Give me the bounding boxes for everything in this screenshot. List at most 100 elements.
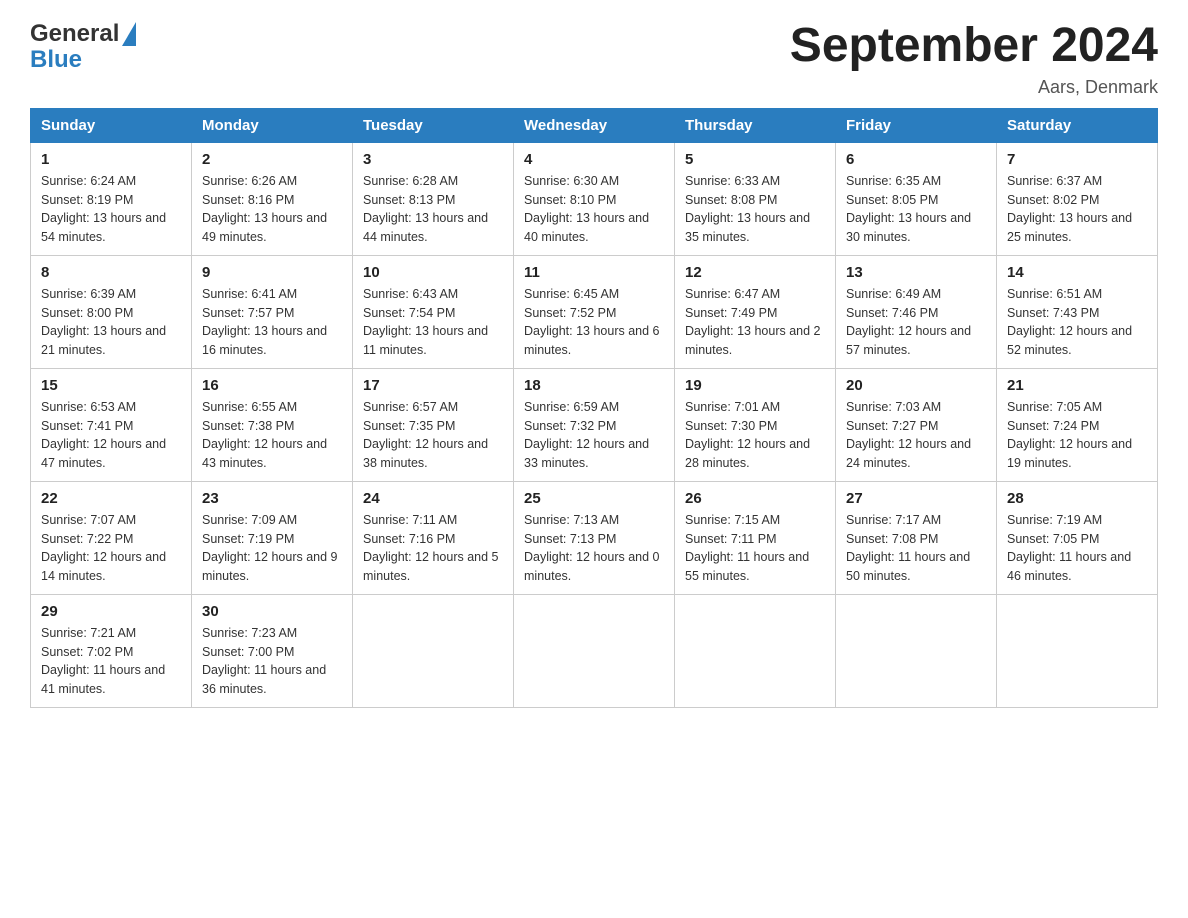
calendar-cell: 2 Sunrise: 6:26 AMSunset: 8:16 PMDaylight…	[192, 142, 353, 255]
header-thursday: Thursday	[675, 108, 836, 142]
day-info: Sunrise: 6:39 AMSunset: 8:00 PMDaylight:…	[41, 285, 181, 360]
header-wednesday: Wednesday	[514, 108, 675, 142]
day-number: 16	[202, 377, 342, 394]
day-info: Sunrise: 6:35 AMSunset: 8:05 PMDaylight:…	[846, 172, 986, 247]
day-number: 3	[363, 151, 503, 168]
day-info: Sunrise: 7:11 AMSunset: 7:16 PMDaylight:…	[363, 511, 503, 586]
day-info: Sunrise: 6:47 AMSunset: 7:49 PMDaylight:…	[685, 285, 825, 360]
day-info: Sunrise: 6:57 AMSunset: 7:35 PMDaylight:…	[363, 398, 503, 473]
day-number: 27	[846, 490, 986, 507]
calendar-cell: 15Sunrise: 6:53 AMSunset: 7:41 PMDayligh…	[31, 368, 192, 481]
calendar-cell: 16 Sunrise: 6:55 AMSunset: 7:38 PMDayligh…	[192, 368, 353, 481]
day-info: Sunrise: 7:19 AMSunset: 7:05 PMDaylight:…	[1007, 511, 1147, 586]
calendar-cell: 10 Sunrise: 6:43 AMSunset: 7:54 PMDayligh…	[353, 255, 514, 368]
calendar-week-2: 8 Sunrise: 6:39 AMSunset: 8:00 PMDaylight…	[31, 255, 1158, 368]
calendar-table: SundayMondayTuesdayWednesdayThursdayFrid…	[30, 108, 1158, 708]
day-number: 30	[202, 603, 342, 620]
day-info: Sunrise: 7:09 AMSunset: 7:19 PMDaylight:…	[202, 511, 342, 586]
day-info: Sunrise: 6:28 AMSunset: 8:13 PMDaylight:…	[363, 172, 503, 247]
calendar-cell	[836, 594, 997, 707]
calendar-cell: 29Sunrise: 7:21 AMSunset: 7:02 PMDayligh…	[31, 594, 192, 707]
day-number: 10	[363, 264, 503, 281]
day-info: Sunrise: 7:21 AMSunset: 7:02 PMDaylight:…	[41, 624, 181, 699]
calendar-cell: 3 Sunrise: 6:28 AMSunset: 8:13 PMDaylight…	[353, 142, 514, 255]
day-info: Sunrise: 6:45 AMSunset: 7:52 PMDaylight:…	[524, 285, 664, 360]
calendar-cell: 27 Sunrise: 7:17 AMSunset: 7:08 PMDayligh…	[836, 481, 997, 594]
day-info: Sunrise: 7:23 AMSunset: 7:00 PMDaylight:…	[202, 624, 342, 699]
calendar-cell: 25 Sunrise: 7:13 AMSunset: 7:13 PMDayligh…	[514, 481, 675, 594]
day-info: Sunrise: 7:05 AMSunset: 7:24 PMDaylight:…	[1007, 398, 1147, 473]
day-number: 1	[41, 151, 181, 168]
calendar-cell: 17Sunrise: 6:57 AMSunset: 7:35 PMDayligh…	[353, 368, 514, 481]
day-info: Sunrise: 6:41 AMSunset: 7:57 PMDaylight:…	[202, 285, 342, 360]
calendar-cell: 26 Sunrise: 7:15 AMSunset: 7:11 PMDayligh…	[675, 481, 836, 594]
calendar-cell: 22Sunrise: 7:07 AMSunset: 7:22 PMDayligh…	[31, 481, 192, 594]
day-number: 6	[846, 151, 986, 168]
header-monday: Monday	[192, 108, 353, 142]
day-number: 28	[1007, 490, 1147, 507]
day-number: 21	[1007, 377, 1147, 394]
day-info: Sunrise: 6:33 AMSunset: 8:08 PMDaylight:…	[685, 172, 825, 247]
calendar-cell: 28 Sunrise: 7:19 AMSunset: 7:05 PMDayligh…	[997, 481, 1158, 594]
logo-general-text: General	[30, 20, 119, 48]
day-number: 18	[524, 377, 664, 394]
day-number: 14	[1007, 264, 1147, 281]
calendar-cell	[353, 594, 514, 707]
day-info: Sunrise: 7:01 AMSunset: 7:30 PMDaylight:…	[685, 398, 825, 473]
title-area: September 2024 Aars, Denmark	[790, 20, 1158, 98]
day-info: Sunrise: 6:24 AMSunset: 8:19 PMDaylight:…	[41, 172, 181, 247]
day-number: 24	[363, 490, 503, 507]
calendar-cell: 30 Sunrise: 7:23 AMSunset: 7:00 PMDayligh…	[192, 594, 353, 707]
day-number: 13	[846, 264, 986, 281]
day-number: 7	[1007, 151, 1147, 168]
day-number: 26	[685, 490, 825, 507]
logo: General Blue	[30, 20, 136, 74]
calendar-cell: 21 Sunrise: 7:05 AMSunset: 7:24 PMDayligh…	[997, 368, 1158, 481]
calendar-cell: 11Sunrise: 6:45 AMSunset: 7:52 PMDayligh…	[514, 255, 675, 368]
day-number: 23	[202, 490, 342, 507]
calendar-week-5: 29Sunrise: 7:21 AMSunset: 7:02 PMDayligh…	[31, 594, 1158, 707]
calendar-cell: 4 Sunrise: 6:30 AMSunset: 8:10 PMDaylight…	[514, 142, 675, 255]
day-info: Sunrise: 6:30 AMSunset: 8:10 PMDaylight:…	[524, 172, 664, 247]
calendar-cell: 7Sunrise: 6:37 AMSunset: 8:02 PMDaylight…	[997, 142, 1158, 255]
day-number: 2	[202, 151, 342, 168]
calendar-cell: 20Sunrise: 7:03 AMSunset: 7:27 PMDayligh…	[836, 368, 997, 481]
day-number: 5	[685, 151, 825, 168]
calendar-cell: 18 Sunrise: 6:59 AMSunset: 7:32 PMDayligh…	[514, 368, 675, 481]
day-info: Sunrise: 6:49 AMSunset: 7:46 PMDaylight:…	[846, 285, 986, 360]
day-number: 15	[41, 377, 181, 394]
calendar-cell: 24 Sunrise: 7:11 AMSunset: 7:16 PMDayligh…	[353, 481, 514, 594]
day-number: 25	[524, 490, 664, 507]
calendar-cell: 6 Sunrise: 6:35 AMSunset: 8:05 PMDaylight…	[836, 142, 997, 255]
header-tuesday: Tuesday	[353, 108, 514, 142]
day-number: 4	[524, 151, 664, 168]
day-info: Sunrise: 7:03 AMSunset: 7:27 PMDaylight:…	[846, 398, 986, 473]
calendar-cell: 19 Sunrise: 7:01 AMSunset: 7:30 PMDayligh…	[675, 368, 836, 481]
calendar-cell: 8 Sunrise: 6:39 AMSunset: 8:00 PMDaylight…	[31, 255, 192, 368]
day-info: Sunrise: 7:15 AMSunset: 7:11 PMDaylight:…	[685, 511, 825, 586]
day-info: Sunrise: 7:17 AMSunset: 7:08 PMDaylight:…	[846, 511, 986, 586]
calendar-cell	[514, 594, 675, 707]
header: General Blue September 2024 Aars, Denmar…	[30, 20, 1158, 98]
calendar-cell: 13 Sunrise: 6:49 AMSunset: 7:46 PMDayligh…	[836, 255, 997, 368]
day-info: Sunrise: 6:55 AMSunset: 7:38 PMDaylight:…	[202, 398, 342, 473]
calendar-week-3: 15Sunrise: 6:53 AMSunset: 7:41 PMDayligh…	[31, 368, 1158, 481]
day-info: Sunrise: 6:26 AMSunset: 8:16 PMDaylight:…	[202, 172, 342, 247]
day-info: Sunrise: 6:51 AMSunset: 7:43 PMDaylight:…	[1007, 285, 1147, 360]
calendar-week-1: 1 Sunrise: 6:24 AMSunset: 8:19 PMDaylight…	[31, 142, 1158, 255]
header-friday: Friday	[836, 108, 997, 142]
day-number: 22	[41, 490, 181, 507]
day-info: Sunrise: 7:13 AMSunset: 7:13 PMDaylight:…	[524, 511, 664, 586]
calendar-header-row: SundayMondayTuesdayWednesdayThursdayFrid…	[31, 108, 1158, 142]
day-info: Sunrise: 6:43 AMSunset: 7:54 PMDaylight:…	[363, 285, 503, 360]
location: Aars, Denmark	[790, 77, 1158, 98]
day-number: 19	[685, 377, 825, 394]
day-info: Sunrise: 6:59 AMSunset: 7:32 PMDaylight:…	[524, 398, 664, 473]
day-number: 8	[41, 264, 181, 281]
logo-blue-text: Blue	[30, 46, 82, 74]
calendar-week-4: 22Sunrise: 7:07 AMSunset: 7:22 PMDayligh…	[31, 481, 1158, 594]
calendar-cell: 5 Sunrise: 6:33 AMSunset: 8:08 PMDaylight…	[675, 142, 836, 255]
header-saturday: Saturday	[997, 108, 1158, 142]
calendar-cell: 23 Sunrise: 7:09 AMSunset: 7:19 PMDayligh…	[192, 481, 353, 594]
day-number: 9	[202, 264, 342, 281]
